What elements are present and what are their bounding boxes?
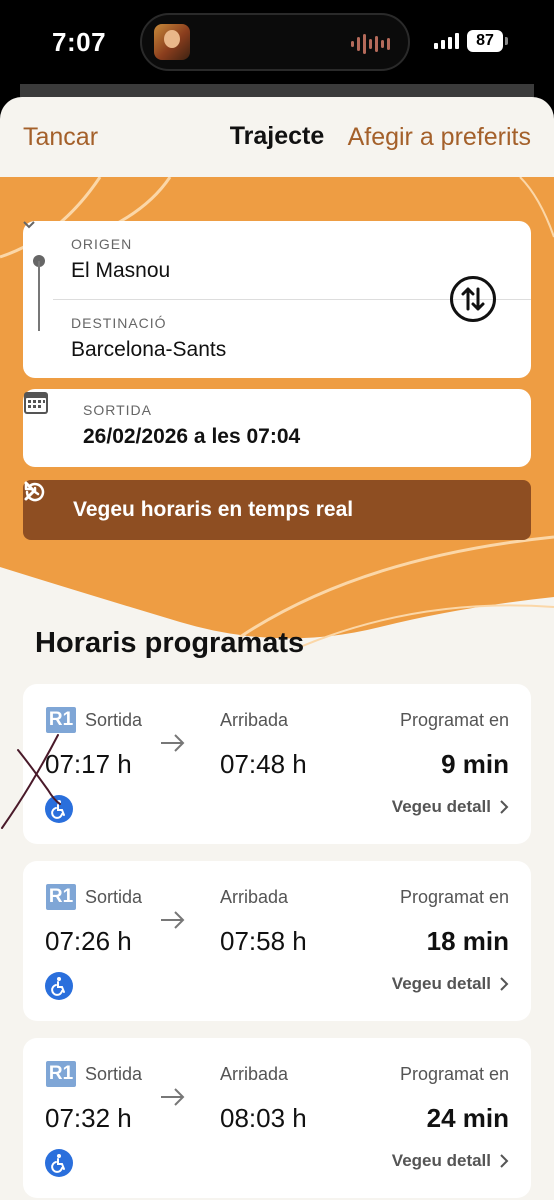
arrival-label: Arribada [220, 887, 289, 907]
view-detail-label: Vegeu detall [391, 974, 491, 993]
add-favorite-button[interactable]: Afegir a preferits [348, 123, 531, 152]
realtime-button[interactable]: Vegeu horaris en temps real [23, 480, 531, 540]
view-detail-link[interactable]: Vegeu detall [392, 1151, 509, 1171]
chevron-right-icon [500, 800, 509, 814]
trip-card[interactable]: R1 Sortida 07:26 h Arribada 07:58 h Prog… [23, 861, 531, 1021]
route-line [38, 261, 40, 331]
departure-time: 07:32 h [45, 1103, 132, 1133]
search-panel: ORIGEN El Masnou DESTINACIÓ Barcelona-Sa… [0, 177, 554, 647]
arrival-label: Arribada [220, 1064, 289, 1084]
minutes-until: 18 min [426, 926, 509, 956]
minutes-until: 24 min [426, 1103, 509, 1133]
line-badge: R1 [46, 1061, 76, 1087]
scheduled-label: Programat en [399, 1064, 509, 1084]
accessibility-icon [45, 972, 73, 1000]
arrival-label: Arribada [220, 710, 289, 730]
departure-time: 07:26 h [45, 926, 132, 956]
destination-arrow-icon [23, 221, 35, 229]
swap-button[interactable] [450, 276, 496, 322]
nav-bar: Tancar Trajecte Afegir a preferits [0, 97, 554, 177]
dynamic-island[interactable] [140, 13, 410, 71]
arrival-time: 07:58 h [220, 926, 307, 956]
swap-icon [461, 287, 485, 311]
view-detail-link[interactable]: Vegeu detall [392, 797, 509, 817]
audio-waveform-icon [351, 34, 390, 54]
status-bar: 7:07 87 [0, 0, 554, 84]
destination-field[interactable]: Barcelona-Sants [71, 338, 226, 362]
route-card: ORIGEN El Masnou DESTINACIÓ Barcelona-Sa… [23, 221, 531, 378]
album-art [154, 24, 190, 60]
chevron-right-icon [24, 481, 36, 501]
chevron-right-icon [500, 977, 509, 991]
departure-label: Sortida [85, 710, 143, 730]
origin-label: ORIGEN [71, 236, 133, 252]
chevron-right-icon [500, 1154, 509, 1168]
section-title: Horaris programats [35, 627, 305, 659]
minutes-until: 9 min [441, 749, 509, 779]
trip-card[interactable]: R1 Sortida 07:32 h Arribada 08:03 h Prog… [23, 1038, 531, 1198]
journey-sheet: Tancar Trajecte Afegir a preferits ORIGE… [0, 97, 554, 1200]
arrival-time: 08:03 h [220, 1103, 307, 1133]
destination-label: DESTINACIÓ [71, 315, 167, 331]
departure-label: SORTIDA [83, 402, 152, 418]
scheduled-label: Programat en [399, 887, 509, 907]
view-detail-label: Vegeu detall [391, 1151, 491, 1170]
departure-date-field[interactable]: SORTIDA 26/02/2026 a les 07:04 [23, 389, 531, 467]
accessibility-icon [45, 1149, 73, 1177]
line-badge: R1 [46, 884, 76, 910]
scheduled-label: Programat en [399, 710, 509, 730]
departure-label: Sortida [85, 887, 143, 907]
handwritten-scribble [1, 734, 61, 829]
arrival-time: 07:48 h [220, 749, 307, 779]
view-detail-label: Vegeu detall [391, 797, 491, 816]
arrow-right-icon [161, 911, 185, 929]
arrow-right-icon [161, 734, 185, 752]
arrow-right-icon [161, 1088, 185, 1106]
departure-value: 26/02/2026 a les 07:04 [83, 425, 301, 448]
view-detail-link[interactable]: Vegeu detall [392, 974, 509, 994]
realtime-label: Vegeu horaris en temps real [73, 498, 354, 521]
trip-card[interactable]: R1 Sortida 07:17 h Arribada 07:48 h Prog… [23, 684, 531, 844]
departure-label: Sortida [85, 1064, 143, 1084]
battery-icon: 87 [467, 30, 508, 52]
origin-field[interactable]: El Masnou [71, 259, 170, 283]
status-time: 7:07 [52, 27, 107, 57]
signal-icon [434, 33, 459, 49]
calendar-icon [24, 392, 48, 414]
